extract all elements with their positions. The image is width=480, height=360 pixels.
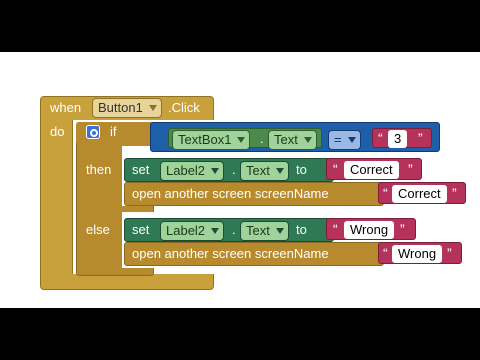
chevron-down-icon — [237, 137, 246, 143]
else-label: else — [86, 222, 110, 237]
screen-name-wrong-value[interactable]: Wrong — [392, 245, 443, 263]
operator-label: = — [334, 132, 342, 147]
chevron-down-icon — [148, 105, 157, 111]
textbox1-dropdown[interactable]: TextBox1 — [172, 130, 251, 150]
close-quote: ” — [447, 245, 452, 261]
chevron-down-icon — [275, 228, 284, 234]
chevron-down-icon — [275, 168, 284, 174]
label2-dropdown[interactable]: Label2 — [160, 161, 225, 181]
do-label: do — [50, 124, 65, 139]
set-label: set — [132, 222, 150, 237]
label2-dropdown[interactable]: Label2 — [160, 221, 225, 241]
text-property-dropdown[interactable]: Text — [240, 221, 289, 241]
chevron-down-icon — [211, 168, 220, 174]
text-property-dropdown[interactable]: Text — [268, 130, 317, 150]
chevron-down-icon — [347, 137, 356, 143]
open-another-screen-label: open another screen screenName — [132, 186, 329, 201]
open-quote: “ — [378, 130, 383, 146]
dot-label: . — [232, 222, 236, 237]
set-label: set — [132, 162, 150, 177]
to-label: to — [296, 162, 307, 177]
chevron-down-icon — [303, 137, 312, 143]
close-quote: ” — [400, 221, 405, 237]
dot-label: . — [232, 162, 236, 177]
click-event-label: .Click — [168, 100, 200, 115]
dot-label: . — [260, 131, 264, 146]
then-label: then — [86, 162, 112, 177]
label2-label: Label2 — [166, 163, 206, 178]
text-property-label: Text — [246, 223, 270, 238]
operator-dropdown[interactable]: = — [328, 130, 361, 150]
to-label: to — [296, 222, 307, 237]
if-label: if — [110, 124, 117, 139]
close-quote: ” — [418, 130, 423, 146]
button1-dropdown[interactable]: Button1 — [92, 98, 162, 118]
text-property-dropdown[interactable]: Text — [240, 161, 289, 181]
textbox1-label: TextBox1 — [178, 132, 232, 147]
close-quote: ” — [452, 185, 457, 201]
blocks-workspace[interactable]: when Button1 .Click do if then else Text… — [0, 52, 480, 308]
chevron-down-icon — [211, 228, 220, 234]
when-label: when — [50, 100, 82, 115]
mutator-gear-icon[interactable] — [86, 125, 100, 139]
text-property-label: Text — [274, 132, 298, 147]
open-quote: “ — [333, 161, 338, 177]
open-another-screen-label: open another screen screenName — [132, 246, 329, 261]
open-quote: “ — [383, 245, 388, 261]
label2-label: Label2 — [166, 223, 206, 238]
string-correct-value[interactable]: Correct — [344, 161, 399, 179]
button1-label: Button1 — [98, 100, 143, 115]
string-3-value[interactable]: 3 — [388, 130, 408, 148]
open-quote: “ — [383, 185, 388, 201]
open-quote: “ — [333, 221, 338, 237]
text-property-label: Text — [246, 163, 270, 178]
screen-name-correct-value[interactable]: Correct — [392, 185, 447, 203]
close-quote: ” — [408, 161, 413, 177]
string-wrong-value[interactable]: Wrong — [344, 221, 395, 239]
